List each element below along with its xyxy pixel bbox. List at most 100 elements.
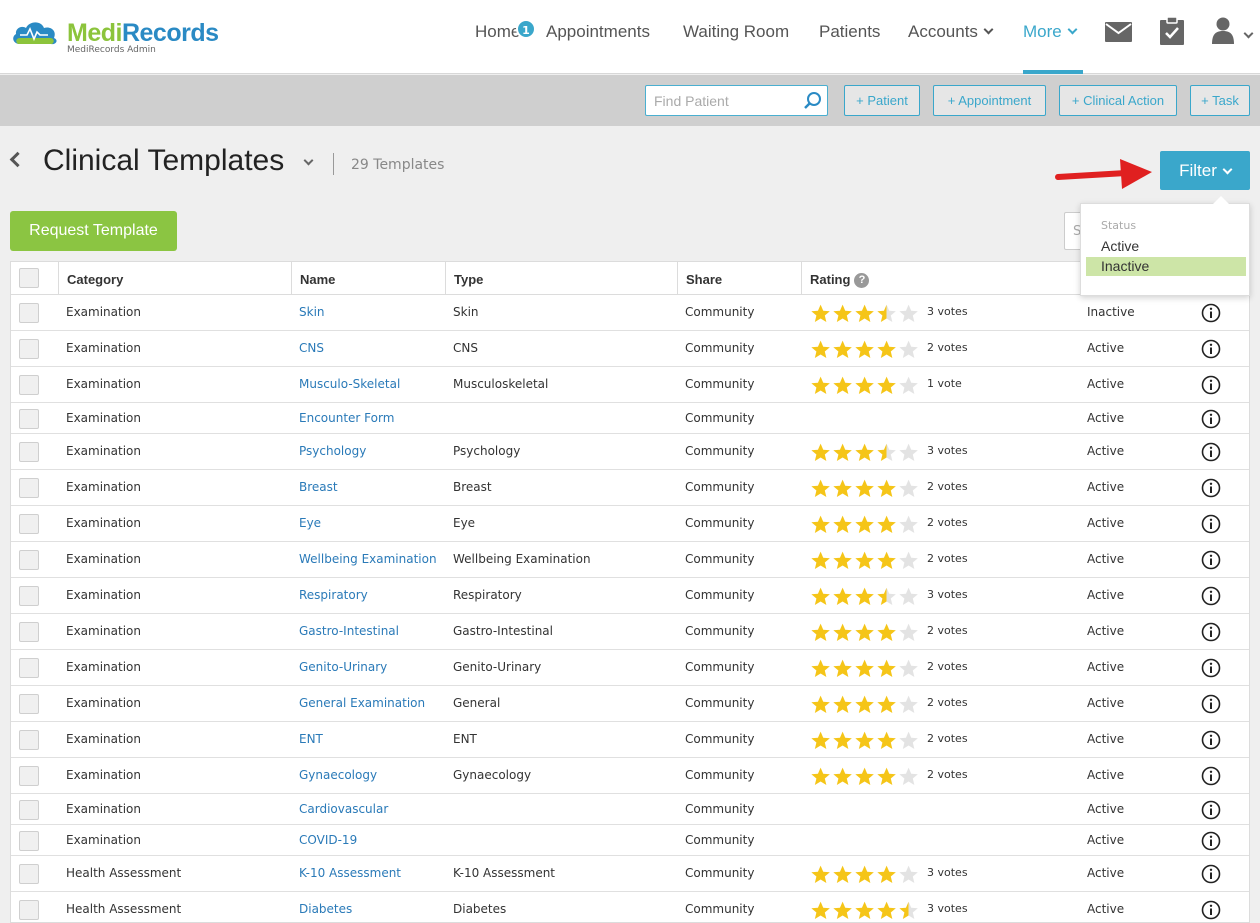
star-rating[interactable] <box>809 549 919 569</box>
header-category[interactable]: Category <box>58 262 291 295</box>
info-icon[interactable] <box>1201 375 1221 395</box>
star-rating[interactable] <box>809 657 919 677</box>
cell-name-link[interactable]: COVID-19 <box>299 833 357 847</box>
cell-name-link[interactable]: Eye <box>299 516 321 530</box>
logo[interactable]: MediRecords MediRecords Admin <box>10 15 230 59</box>
table-row[interactable]: Examination Skin Skin Community 3 votes Inact… <box>11 295 1249 331</box>
row-checkbox[interactable] <box>19 622 39 642</box>
star-rating[interactable] <box>809 693 919 713</box>
search-icon[interactable] <box>803 91 822 110</box>
star-rating[interactable] <box>809 899 919 919</box>
row-checkbox[interactable] <box>19 586 39 606</box>
info-icon[interactable] <box>1201 831 1221 851</box>
clipboard-check-icon[interactable] <box>1160 17 1184 45</box>
info-icon[interactable] <box>1201 514 1221 534</box>
table-row[interactable]: Examination Wellbeing Examination Wellbein… <box>11 542 1249 578</box>
cell-name-link[interactable]: General Examination <box>299 696 425 710</box>
row-checkbox[interactable] <box>19 658 39 678</box>
cell-name-link[interactable]: Diabetes <box>299 902 352 916</box>
row-checkbox[interactable] <box>19 339 39 359</box>
user-icon[interactable] <box>1211 17 1235 45</box>
info-icon[interactable] <box>1201 900 1221 920</box>
info-icon[interactable] <box>1201 339 1221 359</box>
table-row[interactable]: Examination Cardiovascular Community Active <box>11 794 1249 825</box>
back-chevron-icon[interactable] <box>9 151 26 168</box>
cell-name-link[interactable]: Respiratory <box>299 588 368 602</box>
nav-accounts[interactable]: Accounts <box>908 22 994 42</box>
row-checkbox[interactable] <box>19 831 39 851</box>
cell-name-link[interactable]: Gastro-Intestinal <box>299 624 399 638</box>
cell-name-link[interactable]: Gynaecology <box>299 768 377 782</box>
row-checkbox[interactable] <box>19 730 39 750</box>
cell-name-link[interactable]: Psychology <box>299 444 366 458</box>
row-checkbox[interactable] <box>19 864 39 884</box>
cell-name-link[interactable]: K-10 Assessment <box>299 866 401 880</box>
table-row[interactable]: Examination Musculo-Skeletal Musculoskelet… <box>11 367 1249 403</box>
star-rating[interactable] <box>809 302 919 322</box>
add-appointment-button[interactable]: + Appointment <box>933 85 1046 116</box>
cell-name-link[interactable]: Genito-Urinary <box>299 660 387 674</box>
table-row[interactable]: Examination Encounter Form Community Active <box>11 403 1249 434</box>
star-rating[interactable] <box>809 338 919 358</box>
table-row[interactable]: Examination Respiratory Respiratory Communi… <box>11 578 1249 614</box>
star-rating[interactable] <box>809 765 919 785</box>
info-icon[interactable] <box>1201 409 1221 429</box>
star-rating[interactable] <box>809 374 919 394</box>
filter-option-inactive[interactable]: Inactive <box>1086 257 1246 276</box>
info-icon[interactable] <box>1201 694 1221 714</box>
star-rating[interactable] <box>809 585 919 605</box>
info-icon[interactable] <box>1201 550 1221 570</box>
info-icon[interactable] <box>1201 730 1221 750</box>
cell-name-link[interactable]: Breast <box>299 480 338 494</box>
add-patient-button[interactable]: + Patient <box>844 85 920 116</box>
add-clinical-action-button[interactable]: + Clinical Action <box>1059 85 1177 116</box>
table-row[interactable]: Examination Breast Breast Community 2 votes A… <box>11 470 1249 506</box>
cell-name-link[interactable]: Musculo-Skeletal <box>299 377 400 391</box>
table-row[interactable]: Health Assessment Diabetes Diabetes Communi… <box>11 892 1249 922</box>
row-checkbox[interactable] <box>19 375 39 395</box>
row-checkbox[interactable] <box>19 409 39 429</box>
table-row[interactable]: Examination Genito-Urinary Genito-Urinary C… <box>11 650 1249 686</box>
nav-patients[interactable]: Patients <box>819 22 880 42</box>
info-icon[interactable] <box>1201 303 1221 323</box>
row-checkbox[interactable] <box>19 442 39 462</box>
star-rating[interactable] <box>809 621 919 641</box>
nav-more[interactable]: More <box>1023 22 1078 42</box>
filter-button[interactable]: Filter <box>1160 151 1250 190</box>
cell-name-link[interactable]: Cardiovascular <box>299 802 388 816</box>
header-share[interactable]: Share <box>677 262 801 295</box>
table-row[interactable]: Examination Psychology Psychology Community… <box>11 434 1249 470</box>
cell-name-link[interactable]: ENT <box>299 732 323 746</box>
header-name[interactable]: Name <box>291 262 445 295</box>
table-row[interactable]: Examination General Examination General Com… <box>11 686 1249 722</box>
table-row[interactable]: Examination CNS CNS Community 2 votes Active <box>11 331 1249 367</box>
nav-home[interactable]: Home <box>475 22 520 42</box>
row-checkbox[interactable] <box>19 900 39 920</box>
info-icon[interactable] <box>1201 766 1221 786</box>
chevron-down-icon[interactable] <box>1243 28 1254 39</box>
cell-name-link[interactable]: Wellbeing Examination <box>299 552 437 566</box>
find-patient-input[interactable] <box>646 86 796 115</box>
table-row[interactable]: Examination COVID-19 Community Active <box>11 825 1249 856</box>
table-row[interactable]: Examination ENT ENT Community 2 votes Active <box>11 722 1249 758</box>
help-icon[interactable]: ? <box>854 273 870 288</box>
title-dropdown-chevron-icon[interactable] <box>303 155 314 166</box>
info-icon[interactable] <box>1201 800 1221 820</box>
mail-icon[interactable] <box>1105 22 1132 42</box>
table-row[interactable]: Examination Gastro-Intestinal Gastro-Intes… <box>11 614 1249 650</box>
info-icon[interactable] <box>1201 586 1221 606</box>
star-rating[interactable] <box>809 729 919 749</box>
row-checkbox[interactable] <box>19 303 39 323</box>
select-all-checkbox[interactable] <box>19 268 39 288</box>
row-checkbox[interactable] <box>19 800 39 820</box>
row-checkbox[interactable] <box>19 550 39 570</box>
table-row[interactable]: Examination Gynaecology Gynaecology Communi… <box>11 758 1249 794</box>
row-checkbox[interactable] <box>19 694 39 714</box>
nav-waiting-room[interactable]: Waiting Room <box>683 22 789 42</box>
row-checkbox[interactable] <box>19 478 39 498</box>
info-icon[interactable] <box>1201 622 1221 642</box>
star-rating[interactable] <box>809 513 919 533</box>
info-icon[interactable] <box>1201 864 1221 884</box>
info-icon[interactable] <box>1201 442 1221 462</box>
star-rating[interactable] <box>809 441 919 461</box>
